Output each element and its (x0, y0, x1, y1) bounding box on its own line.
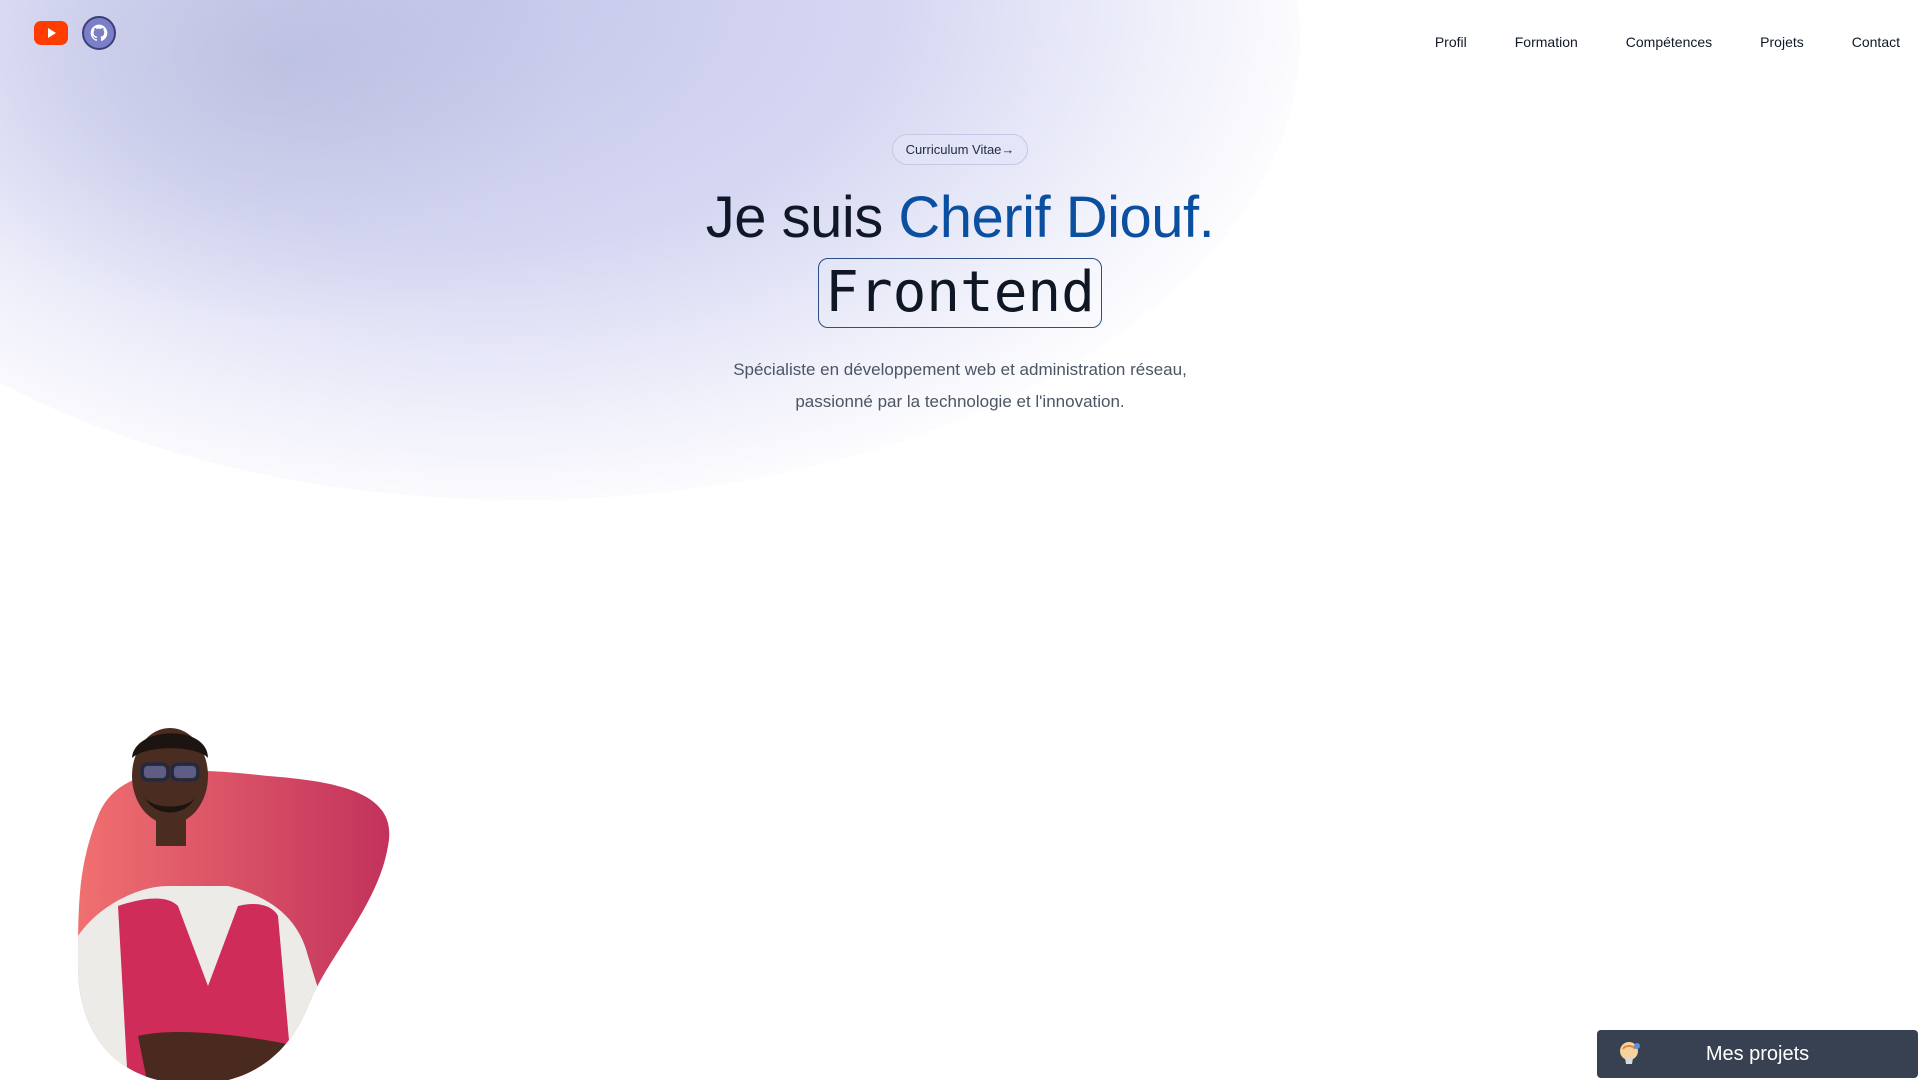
youtube-icon[interactable] (34, 21, 68, 45)
nav-item-contact[interactable]: Contact (1852, 34, 1900, 50)
hero-section: Curriculum Vitae→ Je suis Cherif Diouf. … (0, 134, 1920, 418)
cv-button[interactable]: Curriculum Vitae→ (891, 134, 1029, 165)
social-links (34, 16, 116, 50)
my-projects-button[interactable]: Mes projets (1597, 1030, 1918, 1078)
hero-title: Je suis Cherif Diouf. (0, 185, 1920, 252)
github-icon[interactable] (82, 16, 116, 50)
role-label: Frontend (818, 257, 1102, 328)
nav-item-competences[interactable]: Compétences (1626, 34, 1712, 50)
avatar (58, 706, 398, 1080)
nav-item-formation[interactable]: Formation (1515, 34, 1578, 50)
nav-item-profil[interactable]: Profil (1435, 34, 1467, 50)
arrow-right-icon: → (1001, 142, 1015, 157)
main-nav: Profil Formation Compétences Projets Con… (1435, 34, 1900, 50)
nav-item-projets[interactable]: Projets (1760, 34, 1804, 50)
cv-label: Curriculum Vitae (905, 142, 1002, 157)
title-prefix: Je suis (705, 185, 899, 250)
hero-description: Spécialiste en développement web et admi… (733, 359, 1187, 411)
my-projects-label: Mes projets (1705, 1042, 1810, 1065)
page: Profil Formation Compétences Projets Con… (0, 0, 1920, 1080)
title-name: Cherif Diouf. (898, 185, 1215, 250)
lightbulb-icon (1620, 1042, 1640, 1064)
